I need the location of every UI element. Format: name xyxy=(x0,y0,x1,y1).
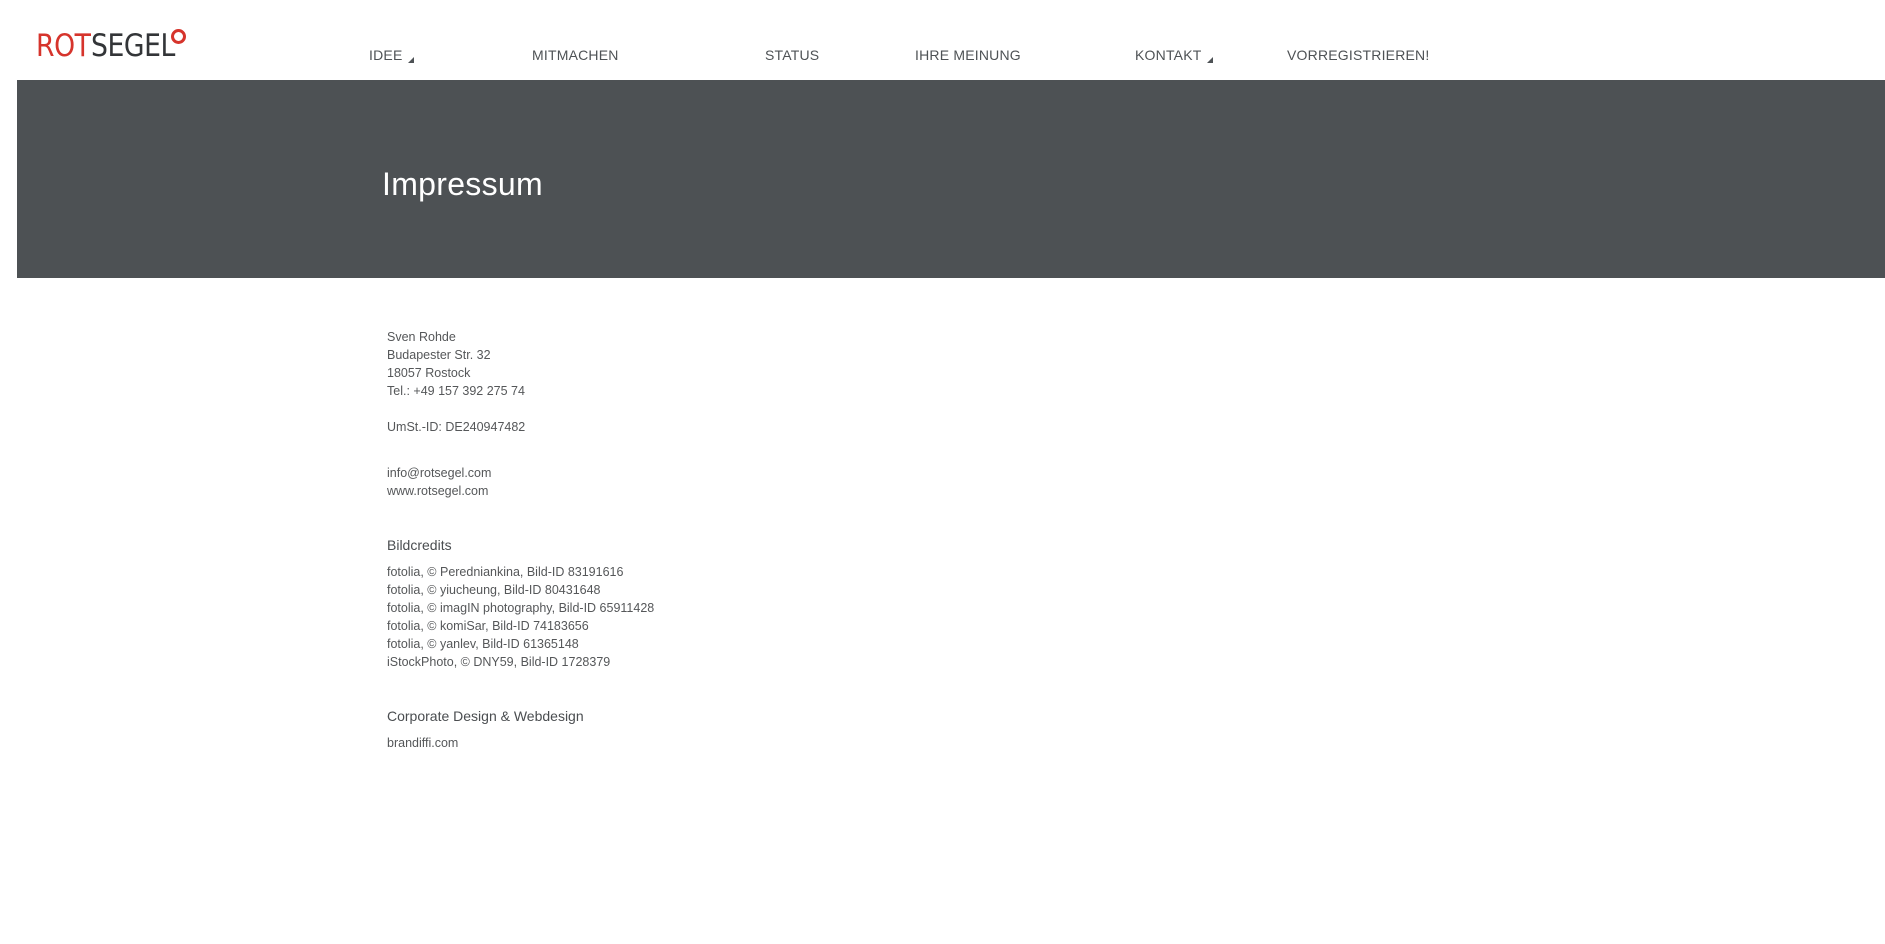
street-address: Budapester Str. 32 xyxy=(387,348,491,362)
impressum-content: Sven Rohde Budapester Str. 32 18057 Rost… xyxy=(387,328,1087,752)
logo-wordmark: ROT SEGEL xyxy=(36,28,176,64)
nav-item-status[interactable]: STATUS xyxy=(765,47,819,63)
address-block: Sven Rohde Budapester Str. 32 18057 Rost… xyxy=(387,328,1087,400)
credit-item: iStockPhoto, © DNY59, Bild-ID 1728379 xyxy=(387,655,611,669)
logo-ring-icon xyxy=(171,29,186,44)
owner-name: Sven Rohde xyxy=(387,330,456,344)
nav-item-kontakt[interactable]: KONTAKT xyxy=(1135,47,1214,63)
nav-item-label: IDEE xyxy=(369,47,403,63)
page-banner: Impressum xyxy=(17,80,1885,278)
submenu-caret-icon xyxy=(1207,57,1214,63)
nav-item-ihre-meinung[interactable]: IHRE MEINUNG xyxy=(915,47,1021,63)
phone-number: Tel.: +49 157 392 275 74 xyxy=(387,384,525,398)
nav-item-mitmachen[interactable]: MITMACHEN xyxy=(532,47,619,63)
bildcredits-list: fotolia, © Peredniankina, Bild-ID 831916… xyxy=(387,563,1087,671)
nav-item-label: KONTAKT xyxy=(1135,47,1202,63)
contact-block: info@rotsegel.com www.rotsegel.com xyxy=(387,464,1087,500)
logo[interactable]: ROT SEGEL xyxy=(36,28,186,64)
city-address: 18057 Rostock xyxy=(387,366,471,380)
design-heading: Corporate Design & Webdesign xyxy=(387,708,584,724)
credit-item: fotolia, © yiucheung, Bild-ID 80431648 xyxy=(387,583,601,597)
nav-item-idee[interactable]: IDEE xyxy=(369,47,415,63)
nav-item-label: IHRE MEINUNG xyxy=(915,47,1021,63)
nav-item-label: VORREGISTRIEREN! xyxy=(1287,47,1430,63)
nav-item-vorregistrieren[interactable]: VORREGISTRIEREN! xyxy=(1287,47,1429,63)
website-link[interactable]: www.rotsegel.com xyxy=(387,482,1087,500)
page-title: Impressum xyxy=(382,166,543,202)
design-agency-link[interactable]: brandiffi.com xyxy=(387,734,1087,752)
logo-text-rot: ROT xyxy=(36,28,91,64)
nav-item-label: MITMACHEN xyxy=(532,47,619,63)
logo-text-segel: SEGEL xyxy=(91,28,176,64)
credit-item: fotolia, © imagIN photography, Bild-ID 6… xyxy=(387,601,655,615)
credit-item: fotolia, © komiSar, Bild-ID 74183656 xyxy=(387,619,589,633)
nav-item-label: STATUS xyxy=(765,47,820,63)
bildcredits-heading: Bildcredits xyxy=(387,537,452,553)
page: ROT SEGEL IDEE MITMACHEN STATUS IHRE MEI… xyxy=(0,0,1885,944)
vat-id: UmSt.-ID: DE240947482 xyxy=(387,420,526,434)
credit-item: fotolia, © yanlev, Bild-ID 61365148 xyxy=(387,637,579,651)
submenu-caret-icon xyxy=(408,57,415,63)
site-header: ROT SEGEL IDEE MITMACHEN STATUS IHRE MEI… xyxy=(0,0,1885,80)
email-link[interactable]: info@rotsegel.com xyxy=(387,464,1087,482)
credit-item: fotolia, © Peredniankina, Bild-ID 831916… xyxy=(387,565,624,579)
